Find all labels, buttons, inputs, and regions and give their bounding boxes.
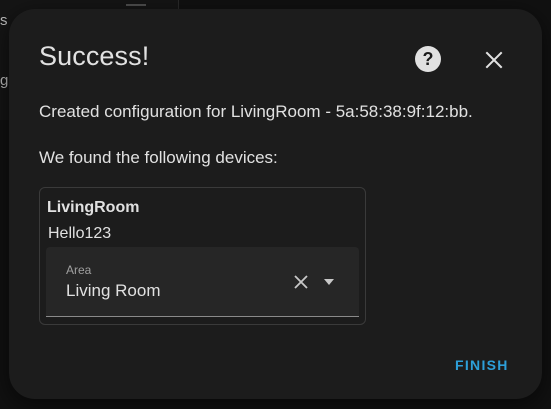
area-select-value: Living Room (66, 281, 161, 300)
devices-intro: We found the following devices: (39, 148, 278, 167)
close-button[interactable] (479, 45, 509, 75)
success-dialog: Success! ? Created configuration for Liv… (9, 9, 542, 399)
clear-icon (294, 275, 308, 289)
device-card: LivingRoom Hello123 Area Living Room (39, 187, 366, 325)
help-button[interactable]: ? (413, 44, 443, 74)
area-select[interactable]: Area Living Room (46, 247, 359, 317)
help-circle-icon: ? (415, 46, 441, 72)
device-model: Hello123 (48, 225, 112, 242)
dialog-title: Success! (39, 41, 150, 71)
area-dropdown-button[interactable] (318, 271, 340, 293)
finish-button[interactable]: FINISH (449, 353, 515, 377)
configuration-message: Created configuration for LivingRoom - 5… (39, 102, 473, 121)
close-icon (485, 51, 503, 69)
chevron-down-icon (324, 279, 334, 285)
device-name: LivingRoom (47, 199, 140, 216)
background-partial-text: g (0, 72, 9, 89)
clear-area-button[interactable] (290, 271, 312, 293)
background-partial-text: s (0, 12, 8, 29)
area-select-label: Area (66, 263, 92, 277)
